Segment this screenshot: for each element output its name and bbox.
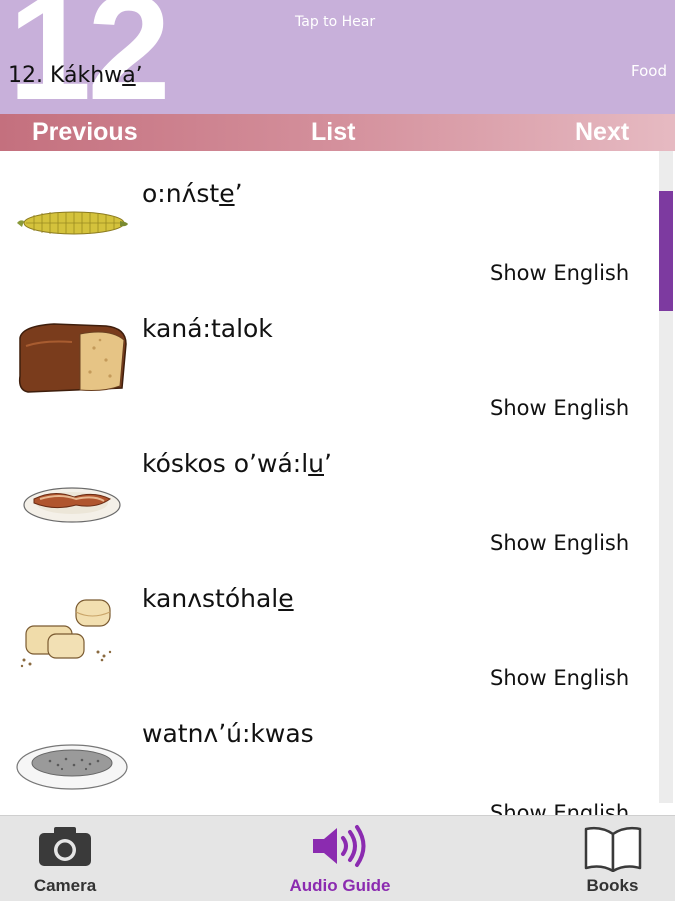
speaker-icon	[313, 825, 366, 867]
tab-audio-guide[interactable]: Audio Guide	[275, 816, 405, 901]
lesson-title[interactable]: 12. Kákhwaʼ	[8, 63, 143, 88]
scrollbar[interactable]	[659, 151, 673, 803]
vocab-word[interactable]: kaná:talok	[142, 314, 273, 343]
tab-camera[interactable]: Camera	[20, 816, 110, 901]
nav-bar: Previous List Next	[0, 114, 675, 151]
lesson-number: 12	[8, 0, 171, 114]
tab-books[interactable]: Books	[570, 816, 655, 901]
bread-icon	[18, 323, 127, 393]
show-english-button[interactable]: Show English	[490, 261, 629, 285]
tab-bar: Camera Audio Guide Books	[0, 815, 675, 901]
show-english-button[interactable]: Show English	[490, 801, 629, 815]
show-english-button[interactable]: Show English	[490, 396, 629, 420]
tab-audio-guide-label: Audio Guide	[289, 876, 391, 895]
biscuits-icon	[20, 599, 112, 668]
tab-camera-label: Camera	[33, 876, 97, 895]
lesson-title-underlined: a	[122, 63, 136, 88]
list-button[interactable]: List	[311, 114, 355, 151]
next-button[interactable]: Next	[575, 114, 629, 151]
tap-to-hear-hint[interactable]: Tap to Hear	[295, 14, 375, 30]
lesson-header[interactable]: 12 Tap to Hear 12. Kákhwaʼ Food	[0, 0, 675, 114]
lesson-title-prefix: 12. Kákhw	[8, 63, 123, 88]
corn-icon	[17, 211, 128, 235]
show-english-button[interactable]: Show English	[490, 666, 629, 690]
tab-books-label: Books	[586, 876, 639, 895]
lesson-title-suffix: ʼ	[135, 63, 143, 88]
bacon-plate-icon	[23, 487, 121, 523]
book-icon	[584, 826, 641, 872]
show-english-button[interactable]: Show English	[490, 531, 629, 555]
previous-button[interactable]: Previous	[32, 114, 138, 151]
camera-icon	[39, 827, 91, 866]
list-item[interactable]: kaná:talok Show English	[0, 286, 655, 421]
list-item[interactable]: o:nʌ́steʼ Show English	[0, 151, 655, 286]
vocab-word[interactable]: kóskos oʼwá:luʼ	[142, 449, 332, 478]
list-item[interactable]: watnʌʼú:kwas Show English	[0, 691, 655, 815]
vocab-word[interactable]: o:nʌ́steʼ	[142, 179, 243, 208]
topic-label: Food	[631, 62, 667, 80]
scrollbar-thumb[interactable]	[659, 191, 673, 311]
vocab-word[interactable]: kanʌstóhale	[142, 584, 294, 613]
cereal-bowl-icon	[16, 744, 128, 790]
list-item[interactable]: kóskos oʼwá:luʼ Show English	[0, 421, 655, 556]
vocab-word[interactable]: watnʌʼú:kwas	[142, 719, 314, 748]
vocabulary-list[interactable]: o:nʌ́steʼ Show English kaná:talok Show E…	[0, 151, 675, 815]
list-item[interactable]: kanʌstóhale Show English	[0, 556, 655, 691]
